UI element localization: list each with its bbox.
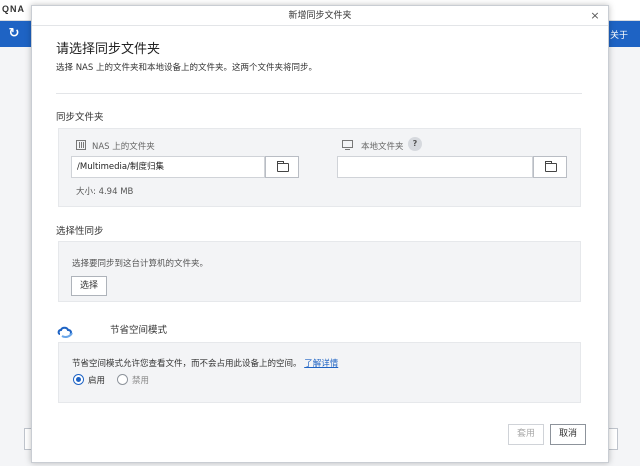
folder-size-text: 大小: 4.94 MB [76,187,134,197]
space-saving-title: 节省空间模式 [110,325,168,336]
folder-icon [277,161,289,172]
divider [56,93,582,94]
help-icon[interactable]: ? [408,137,422,151]
space-saving-panel [58,342,581,403]
close-icon[interactable]: × [588,6,602,26]
apply-button[interactable]: 套用 [508,424,544,445]
space-saving-description: 节省空间模式允许您查看文件，而不会占用此设备上的空间。 了解详情 [72,357,338,369]
learn-more-link[interactable]: 了解详情 [304,359,338,369]
space-saving-icon [57,326,73,338]
sync-folders-title: 同步文件夹 [56,112,104,123]
page-title: 请选择同步文件夹 [56,42,161,57]
local-folder-input[interactable] [337,156,533,178]
cancel-button[interactable]: 取消 [550,424,586,445]
disable-radio[interactable] [117,374,128,385]
disable-radio-label[interactable]: 禁用 [132,374,149,386]
select-folders-button[interactable]: 选择 [71,276,107,296]
page-subtitle: 选择 NAS 上的文件夹和本地设备上的文件夹。这两个文件夹将同步。 [56,63,317,73]
app-logo: QNA [2,4,25,14]
selective-sync-description: 选择要同步到这台计算机的文件夹。 [72,259,209,269]
about-link[interactable]: 关于 [610,28,628,41]
local-folder-label: 本地文件夹 [361,142,404,152]
computer-icon [342,140,353,150]
local-browse-button[interactable] [533,156,567,178]
nas-browse-button[interactable] [265,156,299,178]
new-sync-folder-dialog: 新增同步文件夹 × 请选择同步文件夹 选择 NAS 上的文件夹和本地设备上的文件… [31,5,609,463]
enable-radio[interactable] [73,374,84,385]
enable-radio-label[interactable]: 启用 [88,374,105,386]
folder-icon [545,161,557,172]
selective-sync-title: 选择性同步 [56,226,104,237]
dialog-title: 新增同步文件夹 [288,11,352,21]
nas-folder-input[interactable]: /Multimedia/制度归集 [71,156,265,178]
background-button-right [608,428,618,450]
selective-sync-panel [58,241,581,302]
dialog-titlebar: 新增同步文件夹 × [32,6,608,26]
nas-folder-label: NAS 上的文件夹 [92,142,155,152]
space-saving-text: 节省空间模式允许您查看文件，而不会占用此设备上的空间。 [72,359,302,369]
nas-server-icon [76,140,86,150]
sync-refresh-icon[interactable]: ↻ [6,26,22,42]
